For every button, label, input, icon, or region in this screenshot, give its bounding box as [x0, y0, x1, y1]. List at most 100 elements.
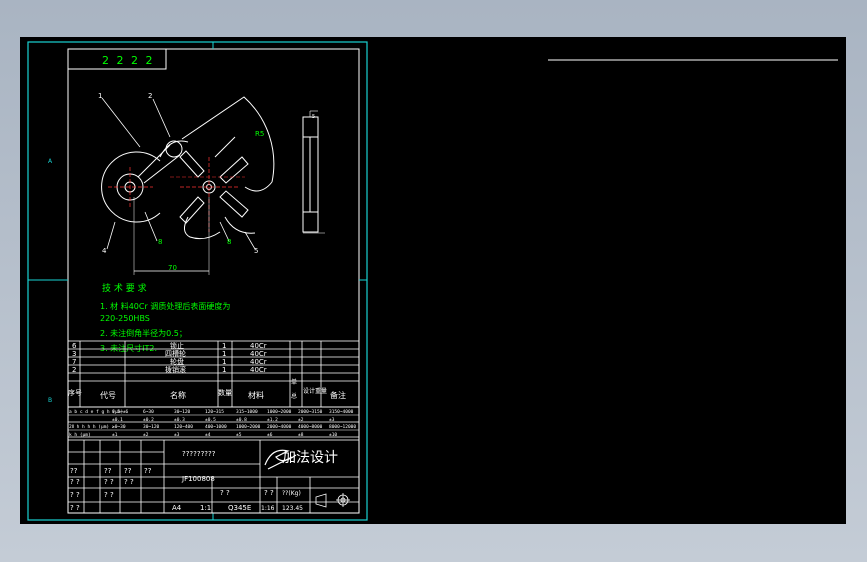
part-callouts: 1 2 R5 4 8 8 5 70 — [98, 92, 264, 272]
bom-row-material: 40Cr — [250, 358, 267, 366]
tolerance-cell: ±6 — [267, 432, 273, 438]
cad-model-space[interactable]: A B 2 2 2 2 1 2 R5 4 8 8 5 70 5 技 术 要 求 … — [20, 37, 846, 524]
drawing-name: ????????? — [182, 450, 216, 458]
tolerance-cell: ±2 — [298, 417, 304, 423]
tolerance-cell: ±0.5 — [205, 417, 216, 423]
hole-label-left: 8 — [158, 238, 162, 246]
tolerance-cell: ±3 — [174, 432, 180, 438]
tolerance-cell: 3150~4000 — [329, 409, 354, 415]
title-block-text: ????????? JF100808 加法设计 ? ? ? ? ??(Kg) A… — [70, 450, 338, 512]
tolerance-cell: ±2 — [143, 432, 149, 438]
bom-header-single: 单 — [291, 378, 297, 386]
zone-marker-b: B — [48, 397, 52, 404]
sign-cell: ? ? — [104, 478, 114, 486]
bom-row-qty: 1 — [222, 358, 226, 366]
sign-cell: ? ? — [104, 491, 114, 499]
bom-row-name: 四槽轮 — [165, 349, 186, 358]
distance-label: 70 — [168, 264, 177, 272]
tolerance-cell: 30~120 — [143, 424, 160, 430]
technical-requirements: 技 术 要 求 1. 材 料40Cr 调质处理后表面硬度为 220-250HBS… — [100, 282, 230, 353]
page-ratio: 1:16 — [261, 505, 275, 512]
sign-cell: ?? — [144, 467, 152, 475]
sign-cell: ?? — [124, 467, 132, 475]
drive-pin — [165, 140, 183, 158]
bom-row-name: 轮盘 — [170, 357, 184, 366]
callout-2: 2 — [148, 92, 152, 100]
bom-row-material: 40Cr — [250, 366, 267, 374]
tolerance-cell: ±1.2 — [267, 417, 278, 423]
callout-4: 4 — [102, 247, 107, 255]
geneva-slot-3 — [179, 150, 205, 178]
tolerance-cell: ≥0~30 — [112, 424, 126, 430]
tolerance-cell: ±5 — [236, 432, 242, 438]
tolerance-cell: 2000~3150 — [298, 409, 323, 415]
sign-cell: ? ? — [124, 478, 134, 486]
bom-row-no: 6 — [72, 342, 77, 350]
tolerance-cell: ±1 — [112, 432, 118, 438]
tolerance-cell: 8000~12000 — [329, 424, 356, 430]
inner-border — [67, 48, 360, 514]
geneva-slot-2 — [219, 190, 249, 218]
drawing-code: JF100808 — [181, 475, 215, 483]
tolerance-cell: 120~400 — [174, 424, 193, 430]
bom-row-material: 40Cr — [250, 350, 267, 358]
tolerance-cell: 120~315 — [205, 409, 224, 415]
tolerance-cell: 315~1000 — [236, 409, 258, 415]
sign-cell: ?? — [70, 467, 78, 475]
sign-cell: ? ? — [70, 491, 80, 499]
tolerance-table: a b c d e f g h (μm)0.5~±6 6~30 30~120 120~… — [69, 409, 356, 438]
geneva-lobe-bottom — [184, 216, 221, 240]
tolerance-cell: ±8 — [298, 432, 304, 438]
side-dimension-label: 5 — [312, 114, 315, 120]
bom-row-qty: 1 — [222, 366, 226, 374]
bom-row-no: 2 — [72, 366, 76, 374]
tolerance-cell: 400~1000 — [205, 424, 227, 430]
bom-header-name: 名称 — [170, 390, 186, 400]
tech-line-1: 1. 材 料40Cr 调质处理后表面硬度为 — [100, 301, 230, 311]
scale-cell-1: ? ? — [220, 489, 230, 497]
tolerance-row-label: k h (μm) — [69, 432, 91, 438]
tolerance-cell: 1000~2000 — [236, 424, 261, 430]
bom-header-weight: 设计重量 — [303, 387, 327, 395]
tolerance-cell: 6~30 — [143, 409, 154, 415]
tolerance-row-label: 2Ⅱ h h h h (μm) — [69, 424, 109, 430]
bom-header-material: 材料 — [248, 390, 264, 400]
callout-1: 1 — [98, 92, 102, 100]
weight-value: 123.45 — [282, 505, 303, 512]
projection-symbol-icon — [315, 493, 350, 508]
part-number-text: 2 2 2 2 — [102, 54, 154, 67]
tolerance-cell: 0.5~±6 — [112, 409, 129, 415]
sign-cell: ? ? — [70, 478, 80, 486]
zone-marker-a: A — [48, 158, 53, 165]
tolerance-cell: ±0.1 — [112, 417, 123, 423]
bom-header-code: 代号 — [100, 390, 116, 400]
scale-cell-2: ? ? — [264, 489, 274, 497]
bom-row-material: 40Cr — [250, 342, 267, 350]
radius-label: R5 — [255, 130, 264, 138]
sheet-format: A4 — [172, 504, 182, 512]
bom-header-no: 序号 — [68, 388, 82, 397]
bom-header-remark: 备注 — [330, 390, 346, 400]
tech-title: 技 术 要 求 — [102, 282, 147, 294]
hole-label-right: 8 — [227, 238, 231, 246]
callout-5: 5 — [254, 247, 258, 255]
geneva-slot-4 — [179, 196, 205, 224]
side-section-view — [302, 110, 325, 234]
geneva-mechanism-view — [101, 96, 275, 275]
tech-line-3: 2. 未注倒角半径为0.5； — [100, 328, 187, 338]
bom-row-qty: 1 — [222, 350, 226, 358]
material: Q345E — [228, 504, 251, 512]
outer-frame — [27, 41, 368, 521]
sign-cell: ?? — [104, 467, 112, 475]
tolerance-cell: ±4 — [205, 432, 211, 438]
sign-cell: ? ? — [70, 504, 80, 512]
tolerance-cell: 1000~2000 — [267, 409, 292, 415]
drawing-sheet: A B 2 2 2 2 1 2 R5 4 8 8 5 70 5 技 术 要 求 … — [27, 41, 838, 521]
tolerance-cell: ±0.8 — [236, 417, 247, 423]
tolerance-cell: ±3 — [329, 417, 335, 423]
tolerance-cell: 4000~8000 — [298, 424, 323, 430]
bom-row-qty: 1 — [222, 342, 226, 350]
geneva-slot-1 — [219, 156, 249, 184]
weight-label: ??(Kg) — [282, 490, 301, 497]
tech-line-4: 3. 未注尺寸IT2. — [100, 343, 157, 353]
